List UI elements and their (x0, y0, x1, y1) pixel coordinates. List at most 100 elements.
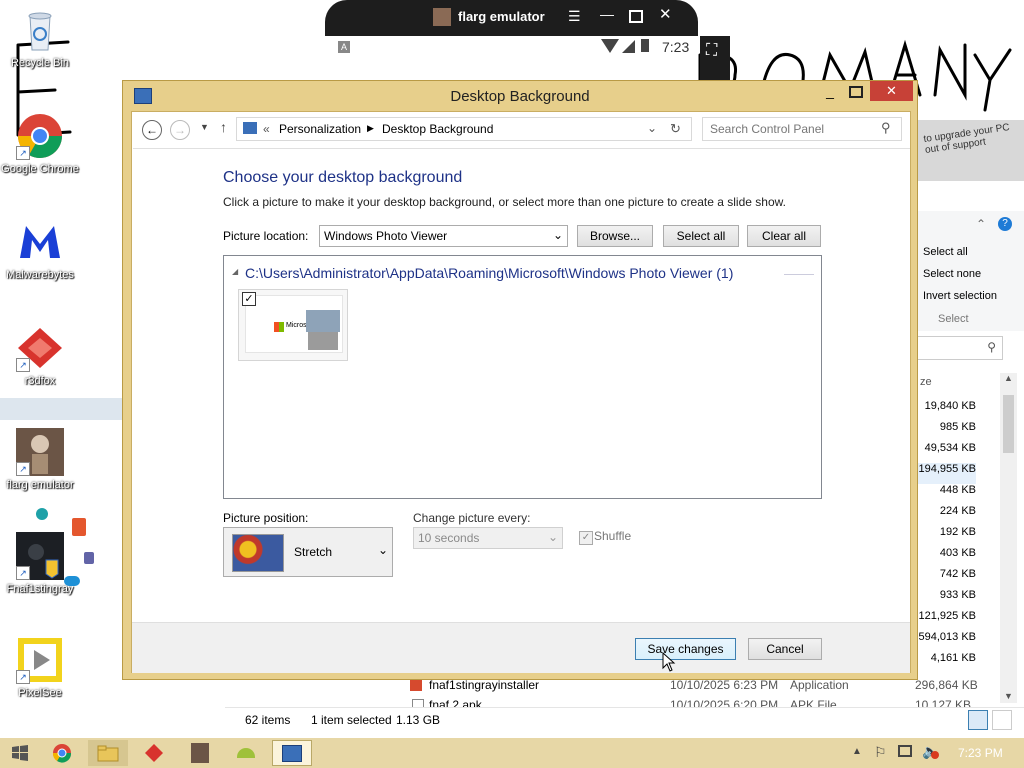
picture-position-dropdown[interactable]: Stretch ⌄ (223, 527, 393, 577)
maximize-icon[interactable] (629, 10, 643, 23)
desktop-icon-r3dfox[interactable]: ↗ r3dfox (0, 324, 80, 388)
picture-location-dropdown[interactable]: Windows Photo Viewer ⌄ (319, 225, 568, 247)
minimize-button[interactable]: _ (821, 84, 839, 101)
page-heading: Choose your desktop background (223, 169, 463, 186)
breadcrumb-prefix: « (263, 122, 270, 136)
picture-list[interactable]: ◢ C:\Users\Administrator\AppData\Roaming… (223, 255, 822, 499)
chevron-down-icon: ⌄ (552, 228, 563, 242)
status-bar: 62 items 1 item selected 1.13 GB (225, 707, 1024, 732)
picture-thumbnail[interactable]: Microsoft ✓ (238, 289, 348, 361)
show-hidden-icons[interactable]: ▲ (852, 746, 862, 757)
desktop-icon-flarg-emulator[interactable]: ↗ flarg emulator (0, 428, 80, 492)
taskbar-android[interactable] (226, 740, 266, 766)
status-item-count: 62 items (245, 713, 291, 727)
breadcrumb-desktop-background[interactable]: Desktop Background (382, 122, 493, 136)
folder-icon (97, 745, 119, 762)
ribbon-select-all[interactable]: Select all (923, 246, 968, 258)
network-icon[interactable] (898, 745, 912, 757)
position-preview-image (232, 534, 284, 572)
collapse-group-icon[interactable]: ◢ (232, 267, 238, 276)
file-date: 10/10/2025 6:20 PM (670, 698, 779, 707)
taskbar-control-panel[interactable] (272, 740, 312, 766)
search-input[interactable]: Search Control Panel (710, 122, 824, 136)
group-header[interactable]: C:\Users\Administrator\AppData\Roaming\M… (245, 265, 733, 281)
close-button[interactable]: ✕ (870, 81, 913, 101)
maximize-button[interactable] (849, 86, 863, 98)
help-icon[interactable]: ? (998, 217, 1012, 231)
cancel-button[interactable]: Cancel (748, 638, 822, 660)
search-box[interactable]: Search Control Panel ⚲ (702, 117, 902, 141)
r3dfox-icon (145, 744, 163, 762)
forward-button[interactable]: → (170, 120, 190, 140)
ribbon-select-none[interactable]: Select none (923, 268, 981, 280)
browse-button[interactable]: Browse... (577, 225, 653, 247)
chrome-icon: ↗ (16, 112, 64, 160)
onedrive-icon (64, 576, 80, 586)
address-bar[interactable]: « Personalization ▶ Desktop Background ⌄… (236, 117, 692, 141)
size-column: 19,840 KB 985 KB 49,534 KB 194,955 KB 44… (916, 400, 976, 673)
taskbar-r3dfox[interactable] (134, 740, 174, 766)
edge-icon (36, 508, 48, 520)
taskbar-flarg-emulator[interactable] (180, 740, 220, 766)
apk-file-icon (412, 699, 424, 707)
explorer-search-box[interactable]: ⚲ (916, 336, 1003, 360)
file-type: Application (790, 678, 849, 692)
desktop-icon-pixelsee[interactable]: ↗ PixelSee (0, 636, 80, 700)
shortcut-arrow-icon: ↗ (16, 670, 30, 684)
taskbar-file-explorer[interactable] (88, 740, 128, 766)
select-all-button[interactable]: Select all (663, 225, 739, 247)
size-cell: 933 KB (939, 589, 976, 601)
file-size: 296,864 KB (915, 678, 978, 692)
minimize-icon[interactable]: — (600, 6, 614, 22)
breadcrumb-personalization[interactable]: Personalization (279, 122, 361, 136)
close-icon[interactable]: ✕ (659, 5, 672, 23)
details-view-icon[interactable] (968, 710, 988, 730)
start-button[interactable] (0, 740, 40, 766)
desktop-icon-label: Malwarebytes (6, 269, 74, 281)
thumbnail-checkbox[interactable]: ✓ (242, 292, 256, 306)
back-button[interactable]: ← (142, 120, 162, 140)
file-name: fnaf1stingrayinstaller (429, 678, 540, 692)
desktop-icon-malwarebytes[interactable]: Malwarebytes (0, 218, 80, 282)
taskbar-clock[interactable]: 7:23 PM (958, 746, 1003, 760)
address-dropdown-icon[interactable]: ⌄ (647, 121, 657, 135)
fullscreen-icon[interactable]: ⛶ (706, 42, 717, 60)
up-button[interactable]: ↑ (220, 119, 227, 135)
picture-position-label: Picture position: (223, 511, 309, 525)
ribbon-invert-selection[interactable]: Invert selection (923, 290, 997, 302)
size-cell: 121,925 KB (918, 610, 977, 622)
thumbnail-image: Microsoft (245, 295, 343, 353)
thumbnail-photo (308, 332, 338, 350)
column-header-size[interactable]: ze (920, 376, 932, 388)
file-row[interactable]: fnaf 2.apk 10/10/2025 6:20 PM APK File 1… (410, 697, 980, 707)
scrollbar-thumb[interactable] (1003, 395, 1014, 453)
scroll-down-icon[interactable]: ▼ (1004, 691, 1013, 701)
recent-pages-icon[interactable]: ▼ (200, 122, 209, 132)
large-icons-view-icon[interactable] (992, 710, 1012, 730)
change-picture-label: Change picture every: (413, 511, 531, 525)
clear-all-button[interactable]: Clear all (747, 225, 821, 247)
emulator-screen[interactable]: A 7:23 (325, 36, 698, 82)
menu-icon[interactable]: ☰ (568, 8, 581, 25)
desktop-icon-fnaf1stingray[interactable]: ↗ Fnaf1stingray (0, 532, 80, 596)
shortcut-arrow-icon: ↗ (16, 146, 30, 160)
emulator-clock: 7:23 (662, 39, 690, 55)
desktop-icon-chrome[interactable]: ↗ Google Chrome (0, 112, 80, 176)
collapse-ribbon-icon[interactable]: ⌃ (976, 217, 986, 231)
desktop-icon-recycle-bin[interactable]: Recycle Bin (0, 6, 80, 70)
flarg-emulator-icon: ↗ (16, 428, 64, 476)
taskbar-chrome[interactable] (42, 740, 82, 766)
save-changes-button[interactable]: Save changes (635, 638, 736, 660)
recycle-bin-icon (16, 6, 64, 54)
size-cell: 403 KB (939, 547, 976, 559)
chevron-down-icon: ⌄ (377, 543, 388, 557)
vertical-scrollbar[interactable]: ▲ ▼ (1000, 373, 1017, 703)
scroll-up-icon[interactable]: ▲ (1004, 373, 1013, 383)
refresh-icon[interactable]: ↻ (670, 121, 681, 137)
taskbar: ▲ ⚐ 🔈 7:23 PM (0, 738, 1024, 768)
size-cell: 192 KB (939, 526, 976, 538)
ribbon: ⌃ ? Select all Select none Invert select… (916, 211, 1024, 331)
action-center-flag-icon[interactable]: ⚐ (874, 744, 887, 761)
volume-muted-icon (931, 751, 939, 759)
malwarebytes-icon (16, 218, 64, 266)
